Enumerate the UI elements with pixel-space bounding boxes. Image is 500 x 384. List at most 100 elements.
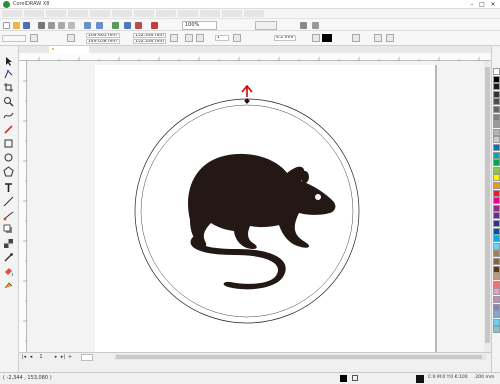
maximize-button[interactable]: □ bbox=[478, 1, 486, 8]
crop-tool-icon[interactable] bbox=[3, 82, 14, 93]
palette-swatch[interactable] bbox=[493, 83, 500, 91]
palette-swatch[interactable] bbox=[493, 75, 500, 83]
palette-swatch[interactable] bbox=[493, 326, 500, 334]
object-origin-icon[interactable] bbox=[67, 34, 75, 42]
drawing-canvas[interactable] bbox=[28, 61, 484, 352]
polygon-tool-icon[interactable] bbox=[3, 166, 14, 177]
export-icon[interactable] bbox=[135, 22, 142, 29]
new-document-icon[interactable] bbox=[3, 22, 10, 29]
zoom-level-field[interactable]: 100% bbox=[182, 21, 217, 30]
wrap-text-icon[interactable] bbox=[352, 34, 360, 42]
last-page-button[interactable]: ▸| bbox=[60, 354, 66, 360]
search-content-icon[interactable] bbox=[112, 22, 119, 29]
menu-bitmaps[interactable] bbox=[134, 10, 154, 17]
x-position-field[interactable]: 104.465 mm bbox=[86, 33, 120, 38]
outline-width-field[interactable]: 4.2 mm bbox=[274, 35, 296, 41]
palette-swatch[interactable] bbox=[493, 280, 500, 288]
redo-icon[interactable] bbox=[96, 22, 103, 29]
palette-swatch[interactable] bbox=[493, 220, 500, 227]
node-count-field[interactable]: 1 bbox=[215, 35, 229, 41]
preset-dropdown[interactable] bbox=[2, 35, 26, 42]
palette-swatch[interactable] bbox=[493, 121, 500, 129]
horizontal-scrollbar[interactable] bbox=[114, 354, 486, 360]
next-page-button[interactable]: ▸ bbox=[53, 354, 59, 360]
color-eyedropper-tool-icon[interactable] bbox=[3, 252, 14, 263]
vertical-ruler[interactable] bbox=[19, 61, 27, 352]
palette-swatch[interactable] bbox=[493, 250, 500, 258]
palette-swatch[interactable] bbox=[493, 189, 500, 197]
drawing-artwork[interactable] bbox=[95, 65, 435, 352]
parallel-dimension-tool-icon[interactable] bbox=[3, 196, 14, 207]
minimize-button[interactable]: – bbox=[468, 1, 476, 8]
menu-table[interactable] bbox=[178, 10, 198, 17]
paste-icon[interactable] bbox=[68, 22, 75, 29]
outline-pen-icon[interactable] bbox=[374, 34, 382, 42]
cut-icon[interactable] bbox=[48, 22, 55, 29]
shape-tool-icon[interactable] bbox=[3, 69, 14, 80]
fill-swatch[interactable] bbox=[322, 34, 332, 42]
drop-shadow-tool-icon[interactable] bbox=[3, 224, 14, 235]
palette-swatch[interactable] bbox=[493, 273, 500, 281]
mirror-horizontal-icon[interactable] bbox=[185, 34, 193, 42]
add-page-button[interactable]: + bbox=[67, 354, 73, 360]
vertical-scrollbar[interactable] bbox=[484, 61, 491, 352]
previous-page-button[interactable]: ◂ bbox=[28, 354, 34, 360]
palette-swatch[interactable] bbox=[493, 303, 500, 311]
ellipse-tool-icon[interactable] bbox=[3, 152, 14, 163]
palette-swatch[interactable] bbox=[493, 296, 500, 303]
page-tab[interactable] bbox=[81, 354, 93, 361]
palette-swatch[interactable] bbox=[493, 182, 500, 189]
palette-swatch[interactable] bbox=[493, 227, 500, 235]
palette-swatch[interactable] bbox=[493, 318, 500, 326]
y-position-field[interactable]: 149.058 mm bbox=[86, 39, 120, 44]
palette-swatch[interactable] bbox=[493, 212, 500, 220]
menu-help[interactable] bbox=[244, 10, 264, 17]
smart-fill-tool-icon[interactable] bbox=[3, 280, 14, 291]
palette-swatch[interactable] bbox=[493, 151, 500, 159]
palette-swatch[interactable] bbox=[493, 258, 500, 265]
palette-swatch[interactable] bbox=[493, 106, 500, 113]
artistic-media-tool-icon[interactable] bbox=[3, 124, 14, 135]
menu-file[interactable] bbox=[2, 10, 22, 17]
launch-icon[interactable] bbox=[312, 22, 319, 29]
selection-arrow-icon[interactable] bbox=[241, 84, 253, 97]
snap-to-dropdown[interactable] bbox=[255, 21, 277, 30]
menu-object[interactable] bbox=[90, 10, 110, 17]
rat-silhouette[interactable] bbox=[188, 153, 336, 290]
palette-swatch[interactable] bbox=[493, 288, 500, 296]
copy-icon[interactable] bbox=[58, 22, 65, 29]
outline-style-icon[interactable] bbox=[312, 34, 320, 42]
menu-effects[interactable] bbox=[112, 10, 132, 17]
menu-view[interactable] bbox=[46, 10, 66, 17]
lock-ratio-icon[interactable] bbox=[170, 34, 178, 42]
undo-icon[interactable] bbox=[84, 22, 91, 29]
freehand-tool-icon[interactable] bbox=[3, 110, 14, 121]
palette-swatch[interactable] bbox=[493, 166, 500, 174]
options-gear-icon[interactable] bbox=[300, 22, 307, 29]
height-field[interactable]: 152.334 mm bbox=[133, 39, 166, 44]
close-button[interactable]: ✕ bbox=[489, 1, 497, 8]
connector-tool-icon[interactable] bbox=[3, 210, 14, 221]
add-preset-icon[interactable] bbox=[30, 34, 38, 42]
width-field[interactable]: 152.334 mm bbox=[133, 33, 166, 38]
menu-tools[interactable] bbox=[200, 10, 220, 17]
tab-welcome[interactable] bbox=[21, 46, 47, 53]
document-page[interactable] bbox=[95, 65, 435, 352]
save-icon[interactable] bbox=[23, 22, 30, 29]
palette-swatch[interactable] bbox=[493, 197, 500, 205]
import-icon[interactable] bbox=[124, 22, 131, 29]
open-folder-icon[interactable] bbox=[13, 22, 20, 29]
palette-swatch[interactable] bbox=[493, 144, 500, 151]
fill-color-indicator[interactable] bbox=[416, 375, 424, 383]
zoom-tool-icon[interactable] bbox=[3, 96, 14, 107]
palette-swatch[interactable] bbox=[493, 265, 500, 273]
outline-dropdown-icon[interactable] bbox=[386, 34, 394, 42]
palette-swatch[interactable] bbox=[493, 311, 500, 319]
palette-swatch[interactable] bbox=[493, 204, 500, 212]
palette-swatch[interactable] bbox=[493, 242, 500, 250]
transparency-tool-icon[interactable] bbox=[3, 238, 14, 249]
menu-layout[interactable] bbox=[68, 10, 88, 17]
text-tool-icon[interactable] bbox=[3, 182, 14, 193]
palette-swatch[interactable] bbox=[493, 174, 500, 182]
menu-window[interactable] bbox=[222, 10, 242, 17]
